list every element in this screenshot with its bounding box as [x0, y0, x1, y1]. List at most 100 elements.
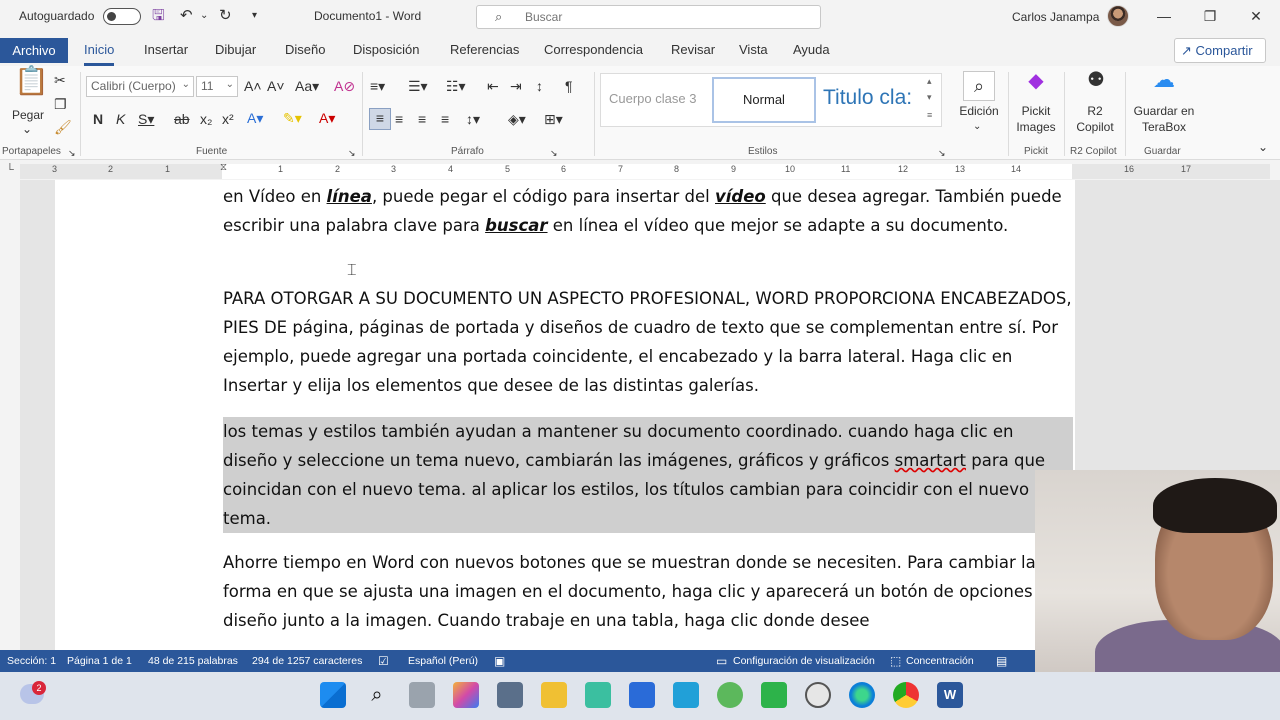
paragraph-4[interactable]: Ahorre tiempo en Word con nuevos botones… [223, 548, 1073, 635]
horizontal-ruler[interactable]: └ 3 2 1 ⧖ 1 2 3 4 5 6 7 8 9 10 11 12 13 … [0, 162, 1280, 180]
align-center-icon[interactable]: ≡ [395, 110, 403, 128]
align-left-icon[interactable]: ≡ [369, 108, 391, 130]
paragraph-launcher-icon[interactable]: ↘ [550, 144, 558, 162]
obs-icon[interactable] [805, 682, 831, 708]
status-language[interactable]: Español (Perú) [408, 655, 478, 667]
scroll-down-icon[interactable]: ▾ [927, 92, 932, 103]
word-icon[interactable]: W [937, 682, 963, 708]
tab-dibujar[interactable]: Dibujar [215, 42, 256, 57]
autosave-toggle[interactable] [103, 8, 141, 25]
calculator-icon[interactable] [497, 682, 523, 708]
chrome-icon[interactable] [893, 682, 919, 708]
teams-icon[interactable] [585, 682, 611, 708]
style-titulo[interactable]: Titulo cla: [823, 86, 919, 110]
tab-inicio[interactable]: Inicio [84, 42, 115, 66]
tab-correspondencia[interactable]: Correspondencia [544, 42, 643, 57]
read-mode-icon[interactable]: ▤ [996, 654, 1007, 668]
close-icon[interactable]: ✕ [1246, 6, 1266, 26]
file-explorer-icon[interactable] [541, 682, 567, 708]
display-settings-icon[interactable]: ▭ [716, 654, 727, 668]
subscript-icon[interactable]: x₂ [200, 110, 212, 128]
clipboard-launcher-icon[interactable]: ↘ [68, 144, 76, 162]
status-page[interactable]: Página 1 de 1 [67, 655, 132, 667]
camtasia-icon[interactable] [761, 682, 787, 708]
save-terabox-button[interactable]: Guardar en TeraBox [1130, 103, 1198, 135]
line-spacing-icon[interactable]: ↕▾ [466, 110, 480, 128]
find-icon[interactable]: ⌕ [963, 71, 995, 101]
paragraph-1[interactable]: en Vídeo en línea, puede pegar el código… [223, 182, 1073, 240]
sort-icon[interactable]: ↕ [536, 77, 543, 95]
visual-studio-icon[interactable] [629, 682, 655, 708]
superscript-icon[interactable]: x² [222, 110, 234, 128]
increase-indent-icon[interactable]: ⇥ [510, 77, 522, 95]
style-cuerpo-clase-3[interactable]: Cuerpo clase 3 [609, 91, 696, 106]
edit-dropdown-icon[interactable]: ⌄ [973, 118, 981, 136]
save-icon[interactable]: 🖫 [152, 7, 165, 25]
undo-icon[interactable]: ↶ [180, 7, 193, 25]
maps-icon[interactable] [717, 682, 743, 708]
style-normal[interactable]: Normal [712, 77, 816, 123]
accessibility-icon[interactable]: ▣ [494, 654, 505, 668]
borders-icon[interactable]: ⊞▾ [544, 110, 563, 128]
grow-font-icon[interactable]: A˄ [244, 77, 262, 95]
tab-selector-icon[interactable]: └ [6, 164, 14, 176]
bullets-icon[interactable]: ≡▾ [370, 77, 385, 95]
clear-formatting-icon[interactable]: A⊘ [334, 77, 355, 95]
copy-icon[interactable]: ❐ [54, 95, 67, 113]
status-words[interactable]: 48 de 215 palabras [148, 655, 238, 667]
tab-archivo[interactable]: Archivo [0, 38, 68, 63]
edit-button[interactable]: Edición [958, 103, 1000, 119]
status-chars[interactable]: 294 de 1257 caracteres [252, 655, 362, 667]
document-page[interactable]: en Vídeo en línea, puede pegar el código… [55, 180, 1075, 650]
numbering-icon[interactable]: ☰▾ [408, 77, 428, 95]
task-view-icon[interactable] [409, 682, 435, 708]
paragraph-3-selected[interactable]: los temas y estilos también ayudan a man… [223, 417, 1073, 533]
paste-icon[interactable]: 📋 [14, 67, 49, 106]
status-display-settings[interactable]: Configuración de visualización [733, 655, 875, 667]
styles-launcher-icon[interactable]: ↘ [938, 144, 946, 162]
focus-icon[interactable]: ⬚ [890, 654, 901, 668]
search-box[interactable]: ⌕ [476, 5, 821, 29]
proofing-icon[interactable]: ☑ [378, 654, 389, 668]
vertical-ruler[interactable] [0, 180, 20, 650]
tab-diseno[interactable]: Diseño [285, 42, 325, 57]
indent-marker-icon[interactable]: ⧖ [220, 162, 227, 173]
highlight-icon[interactable]: ✎▾ [283, 109, 302, 127]
paste-dropdown-icon[interactable]: ⌄ [22, 120, 32, 138]
font-launcher-icon[interactable]: ↘ [348, 144, 356, 162]
shrink-font-icon[interactable]: A˅ [267, 77, 285, 95]
minimize-icon[interactable]: — [1154, 6, 1174, 26]
tab-ayuda[interactable]: Ayuda [793, 42, 830, 57]
justify-icon[interactable]: ≡ [441, 110, 449, 128]
copilot-icon[interactable] [453, 682, 479, 708]
status-section[interactable]: Sección: 1 [7, 655, 56, 667]
more-styles-icon[interactable]: ≡ [927, 110, 932, 120]
search-input[interactable] [525, 9, 805, 25]
share-button[interactable]: ↗ Compartir [1174, 38, 1266, 63]
tab-revisar[interactable]: Revisar [671, 42, 715, 57]
change-case-icon[interactable]: Aa▾ [295, 77, 319, 95]
user-name[interactable]: Carlos Janampa [1012, 10, 1099, 24]
tab-disposicion[interactable]: Disposición [353, 42, 419, 57]
tab-insertar[interactable]: Insertar [144, 42, 188, 57]
avatar[interactable] [1107, 5, 1129, 27]
text-effects-icon[interactable]: A▾ [247, 109, 263, 127]
undo-dropdown-icon[interactable]: ⌄ [200, 7, 208, 25]
strikethrough-icon[interactable]: ab [174, 110, 190, 128]
collapse-ribbon-icon[interactable]: ⌄ [1258, 138, 1268, 156]
tab-referencias[interactable]: Referencias [450, 42, 519, 57]
bold-icon[interactable]: N [93, 110, 103, 128]
notepad-icon[interactable] [673, 682, 699, 708]
search-icon[interactable]: ⌕ [364, 682, 390, 708]
font-size-select[interactable]: 11 ⌄ [196, 76, 238, 97]
redo-icon[interactable]: ↻ [219, 7, 232, 25]
restore-icon[interactable]: ❐ [1200, 6, 1220, 26]
paragraph-2[interactable]: PARA OTORGAR A SU DOCUMENTO UN ASPECTO P… [223, 284, 1073, 400]
decrease-indent-icon[interactable]: ⇤ [487, 77, 499, 95]
tab-vista[interactable]: Vista [739, 42, 768, 57]
font-color-icon[interactable]: A▾ [319, 109, 335, 127]
start-icon[interactable] [320, 682, 346, 708]
r2-copilot-icon[interactable]: ⚉ [1084, 70, 1108, 95]
italic-icon[interactable]: K [116, 110, 125, 128]
customize-qat-icon[interactable]: ▾ [252, 7, 257, 25]
